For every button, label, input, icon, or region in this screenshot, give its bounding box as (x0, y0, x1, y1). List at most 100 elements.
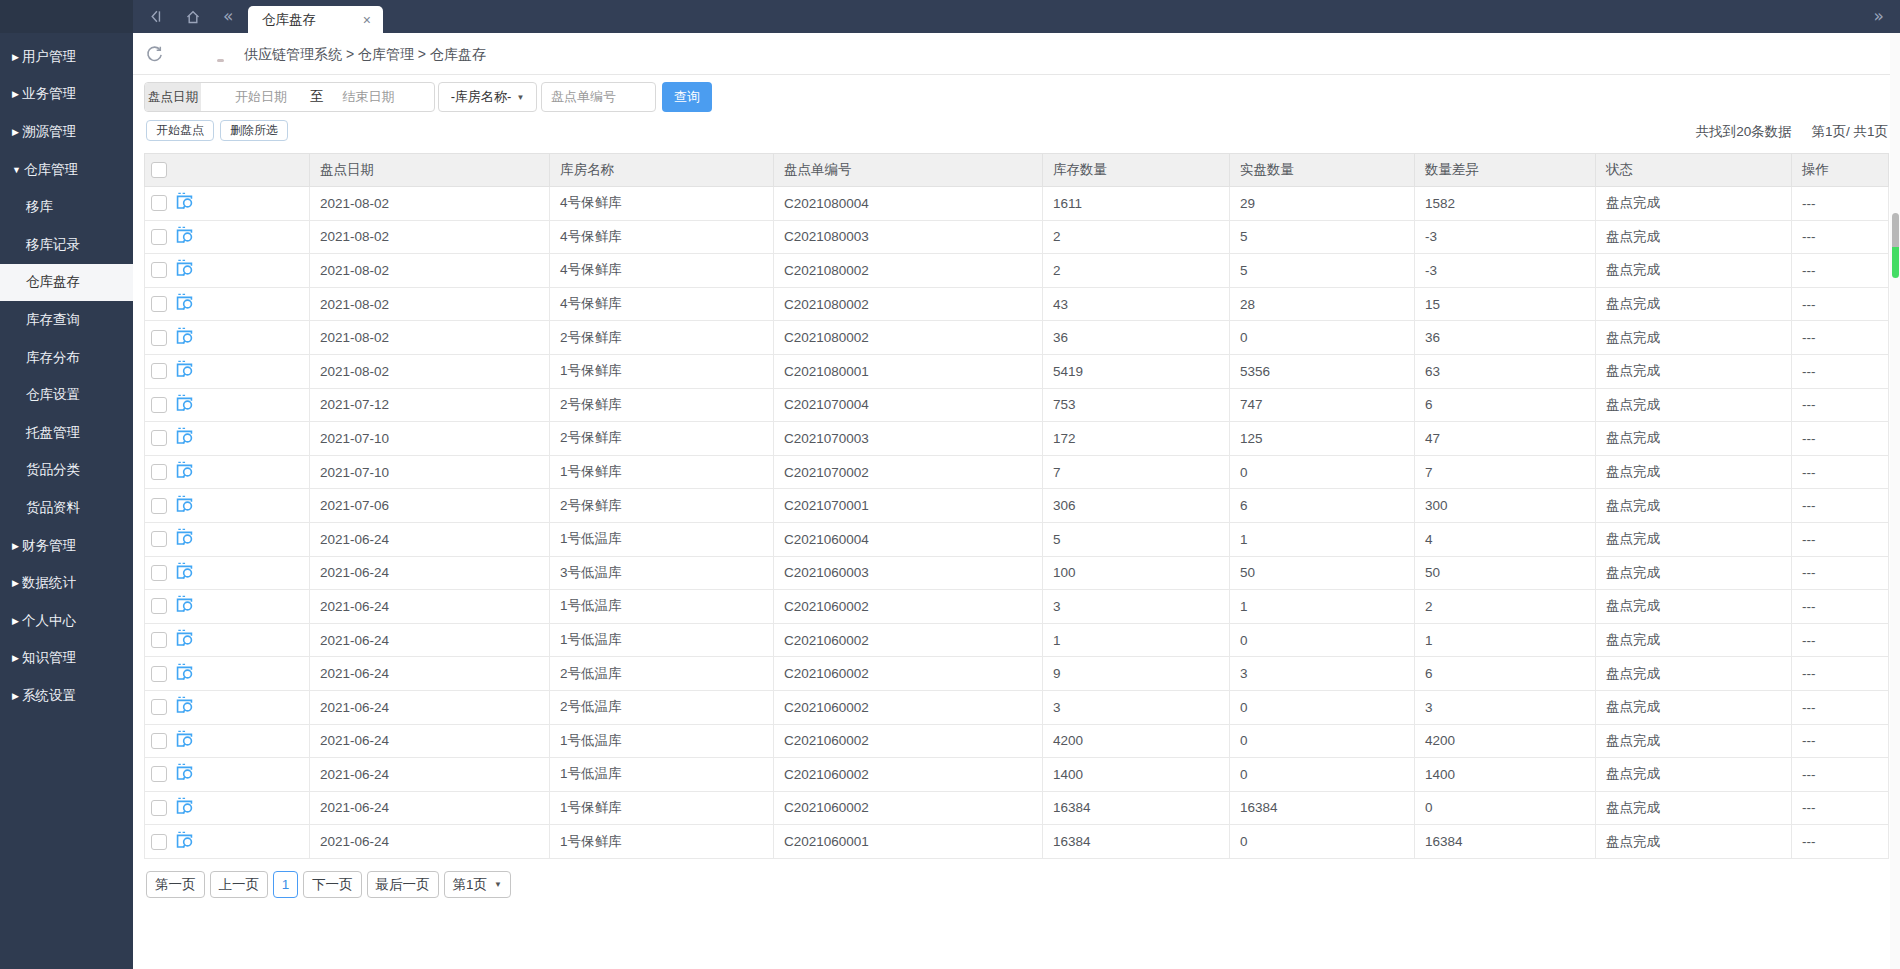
cell-status: 盘点完成 (1596, 825, 1792, 859)
row-checkbox[interactable] (151, 195, 167, 211)
cell-warehouse: 1号低温库 (550, 522, 774, 556)
row-checkbox[interactable] (151, 598, 167, 614)
sidebar-item-数据统计[interactable]: ▶数据统计 (0, 564, 133, 602)
start-check-button[interactable]: 开始盘点 (146, 120, 214, 141)
sidebar-item-仓库盘存[interactable]: 仓库盘存 (0, 264, 133, 302)
search-button[interactable]: 查询 (662, 82, 712, 112)
warehouse-select[interactable]: -库房名称- ▼ (438, 82, 537, 112)
sidebar-item-库存分布[interactable]: 库存分布 (0, 339, 133, 377)
sidebar-item-个人中心[interactable]: ▶个人中心 (0, 602, 133, 640)
sidebar-item-托盘管理[interactable]: 托盘管理 (0, 414, 133, 452)
sidebar-item-溯源管理[interactable]: ▶溯源管理 (0, 113, 133, 151)
page-select[interactable]: 第1页 ▼ (444, 871, 511, 898)
row-checkbox[interactable] (151, 363, 167, 379)
page-prev-button[interactable]: 上一页 (210, 871, 269, 898)
view-detail-icon[interactable] (175, 696, 194, 718)
sidebar-item-移库[interactable]: 移库 (0, 188, 133, 226)
caret-down-icon: ▼ (494, 872, 502, 897)
check-code-input[interactable]: 盘点单编号 (541, 82, 656, 112)
select-all-checkbox[interactable] (151, 162, 167, 178)
row-checkbox[interactable] (151, 632, 167, 648)
view-detail-icon[interactable] (175, 663, 194, 685)
view-detail-icon[interactable] (175, 528, 194, 550)
cell-stock: 100 (1043, 556, 1230, 590)
view-detail-icon[interactable] (175, 595, 194, 617)
sidebar-item-库存查询[interactable]: 库存查询 (0, 301, 133, 339)
sidebar-item-移库记录[interactable]: 移库记录 (0, 226, 133, 264)
cell-actual: 5 (1230, 254, 1415, 288)
row-checkbox[interactable] (151, 430, 167, 446)
view-detail-icon[interactable] (175, 427, 194, 449)
row-checkbox[interactable] (151, 699, 167, 715)
view-detail-icon[interactable] (175, 259, 194, 281)
scrollbar-thumb-gray[interactable] (1892, 213, 1899, 247)
view-detail-icon[interactable] (175, 797, 194, 819)
tab-warehouse-inventory[interactable]: 仓库盘存 × (248, 6, 383, 33)
sidebar-item-货品分类[interactable]: 货品分类 (0, 452, 133, 490)
view-detail-icon[interactable] (175, 562, 194, 584)
start-date-input[interactable]: 开始日期 (235, 88, 287, 106)
sidebar-item-货品资料[interactable]: 货品资料 (0, 489, 133, 527)
scrollbar-thumb-green[interactable] (1892, 247, 1899, 278)
cell-status: 盘点完成 (1596, 724, 1792, 758)
end-date-input[interactable]: 结束日期 (343, 88, 395, 106)
page-last-button[interactable]: 最后一页 (367, 871, 439, 898)
view-detail-icon[interactable] (175, 360, 194, 382)
row-checkbox[interactable] (151, 397, 167, 413)
row-checkbox[interactable] (151, 800, 167, 816)
cell-action: --- (1792, 254, 1889, 288)
view-detail-icon[interactable] (175, 461, 194, 483)
nav-expand-right-icon[interactable]: » (1874, 0, 1884, 33)
sidebar-item-系统设置[interactable]: ▶系统设置 (0, 677, 133, 715)
view-detail-icon[interactable] (175, 192, 194, 214)
view-detail-icon[interactable] (175, 763, 194, 785)
cell-diff: 1400 (1415, 758, 1596, 792)
nav-home-icon[interactable] (185, 0, 201, 33)
cell-date: 2021-06-24 (310, 590, 550, 624)
row-checkbox[interactable] (151, 464, 167, 480)
view-detail-icon[interactable] (175, 327, 194, 349)
row-checkbox[interactable] (151, 229, 167, 245)
cell-stock: 16384 (1043, 791, 1230, 825)
page-current-button[interactable]: 1 (273, 871, 298, 898)
view-detail-icon[interactable] (175, 226, 194, 248)
sidebar-item-业务管理[interactable]: ▶业务管理 (0, 76, 133, 114)
sidebar-item-label: 知识管理 (22, 649, 76, 667)
cell-code: C2021070004 (774, 388, 1043, 422)
cell-diff: 6 (1415, 657, 1596, 691)
view-detail-icon[interactable] (175, 495, 194, 517)
view-detail-icon[interactable] (175, 831, 194, 853)
view-detail-icon[interactable] (175, 730, 194, 752)
row-checkbox[interactable] (151, 834, 167, 850)
page-first-button[interactable]: 第一页 (146, 871, 205, 898)
delete-selected-button[interactable]: 删除所选 (220, 120, 288, 141)
page-next-button[interactable]: 下一页 (303, 871, 362, 898)
row-checkbox[interactable] (151, 733, 167, 749)
sidebar-item-仓库管理[interactable]: ▼仓库管理 (0, 151, 133, 189)
view-detail-icon[interactable] (175, 629, 194, 651)
nav-back-icon[interactable] (148, 0, 163, 33)
cell-status: 盘点完成 (1596, 489, 1792, 523)
sidebar-item-财务管理[interactable]: ▶财务管理 (0, 527, 133, 565)
view-detail-icon[interactable] (175, 394, 194, 416)
scrollbar-track[interactable] (1890, 33, 1900, 969)
row-checkbox[interactable] (151, 666, 167, 682)
row-checkbox[interactable] (151, 565, 167, 581)
nav-collapse-left-icon[interactable]: « (223, 0, 233, 33)
cell-action: --- (1792, 321, 1889, 355)
sidebar-item-知识管理[interactable]: ▶知识管理 (0, 640, 133, 678)
view-detail-icon[interactable] (175, 293, 194, 315)
date-range-picker[interactable]: 盘点日期 开始日期 至 结束日期 (144, 82, 435, 112)
row-checkbox[interactable] (151, 330, 167, 346)
row-checkbox[interactable] (151, 531, 167, 547)
row-checkbox[interactable] (151, 262, 167, 278)
sidebar-item-用户管理[interactable]: ▶用户管理 (0, 38, 133, 76)
row-checkbox[interactable] (151, 766, 167, 782)
tab-close-icon[interactable]: × (363, 13, 371, 27)
row-checkbox[interactable] (151, 296, 167, 312)
cell-stock: 9 (1043, 657, 1230, 691)
row-checkbox[interactable] (151, 498, 167, 514)
cell-diff: 0 (1415, 791, 1596, 825)
refresh-icon[interactable] (145, 45, 164, 68)
sidebar-item-仓库设置[interactable]: 仓库设置 (0, 376, 133, 414)
